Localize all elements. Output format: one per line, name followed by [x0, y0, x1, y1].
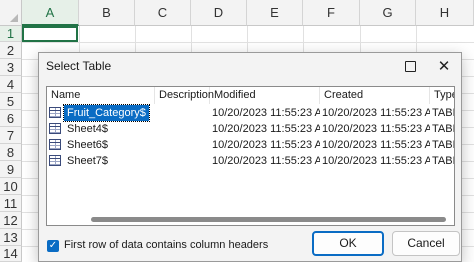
row-header-13[interactable]: 13 — [0, 229, 22, 246]
table-type: TABLE — [432, 123, 454, 135]
table-created: 10/20/2023 11:55:23 AM — [322, 139, 430, 151]
row-header-1[interactable]: 1 — [0, 26, 22, 42]
dialog-title: Select Table — [46, 59, 112, 73]
column-header-name[interactable]: Name — [47, 87, 155, 104]
table-type: TABLE — [432, 139, 454, 151]
row-header-8[interactable]: 8 — [0, 144, 22, 161]
table-type: TABLE — [432, 155, 454, 167]
table-description — [159, 121, 209, 137]
column-header-b[interactable]: B — [79, 0, 135, 26]
table-name: Sheet7$ — [67, 155, 108, 167]
row-header-12[interactable]: 12 — [0, 212, 22, 229]
close-button[interactable]: ✕ — [431, 56, 457, 76]
table-icon — [49, 107, 61, 118]
table-type: TABLE — [432, 107, 454, 119]
maximize-icon — [404, 60, 416, 72]
table-list[interactable]: Name Description Modified Created Type F… — [46, 86, 455, 226]
ok-button[interactable]: OK — [312, 231, 384, 256]
table-description — [159, 105, 209, 121]
column-header-modified[interactable]: Modified — [210, 87, 320, 104]
table-name: Sheet4$ — [67, 123, 108, 135]
row-header-3[interactable]: 3 — [0, 59, 22, 76]
table-description — [159, 137, 209, 153]
table-row[interactable]: Sheet4$ 10/20/2023 11:55:23 AM 10/20/202… — [47, 121, 454, 137]
table-row[interactable]: Fruit_Category$ 10/20/2023 11:55:23 AM 1… — [47, 104, 454, 122]
table-row[interactable]: Sheet7$ 10/20/2023 11:55:23 AM 10/20/202… — [47, 153, 454, 169]
column-header-description[interactable]: Description — [155, 87, 214, 104]
select-all-corner[interactable] — [0, 0, 22, 26]
table-modified: 10/20/2023 11:55:23 AM — [212, 139, 320, 151]
column-header-f[interactable]: F — [303, 0, 360, 26]
gridline — [22, 42, 474, 43]
select-all-triangle-icon — [10, 14, 18, 22]
table-icon — [49, 139, 61, 150]
horizontal-scrollbar[interactable] — [91, 217, 446, 222]
table-created: 10/20/2023 11:55:23 AM — [322, 123, 430, 135]
table-icon — [49, 155, 61, 166]
table-created: 10/20/2023 11:55:23 AM — [322, 107, 430, 119]
first-row-headers-label[interactable]: First row of data contains column header… — [64, 239, 268, 251]
row-header-14[interactable]: 14 — [0, 246, 22, 262]
table-created: 10/20/2023 11:55:23 AM — [322, 155, 430, 167]
close-icon: ✕ — [437, 57, 451, 75]
column-header-h[interactable]: H — [416, 0, 474, 26]
select-table-dialog: Select Table ✕ Name Description Modified… — [38, 52, 462, 262]
checkmark-icon: ✓ — [48, 240, 58, 251]
column-header-d[interactable]: D — [191, 0, 247, 26]
table-name: Fruit_Category$ — [63, 104, 150, 122]
row-header-7[interactable]: 7 — [0, 127, 22, 144]
table-modified: 10/20/2023 11:55:23 AM — [212, 155, 320, 167]
first-row-headers-checkbox[interactable]: ✓ — [47, 240, 59, 252]
column-header-type[interactable]: Type — [430, 87, 454, 104]
row-header-5[interactable]: 5 — [0, 93, 22, 110]
active-cell-a1[interactable] — [22, 26, 78, 42]
row-header-4[interactable]: 4 — [0, 76, 22, 93]
row-header-2[interactable]: 2 — [0, 42, 22, 59]
column-header-e[interactable]: E — [247, 0, 303, 26]
table-list-header: Name Description Modified Created Type — [47, 87, 454, 104]
row-header-11[interactable]: 11 — [0, 195, 22, 212]
column-header-a[interactable]: A — [22, 0, 79, 26]
cancel-button[interactable]: Cancel — [392, 231, 460, 256]
table-modified: 10/20/2023 11:55:23 AM — [212, 107, 320, 119]
table-row[interactable]: Sheet6$ 10/20/2023 11:55:23 AM 10/20/202… — [47, 137, 454, 153]
row-header-6[interactable]: 6 — [0, 110, 22, 127]
column-header-c[interactable]: C — [135, 0, 191, 26]
table-icon — [49, 123, 61, 134]
table-modified: 10/20/2023 11:55:23 AM — [212, 123, 320, 135]
table-name: Sheet6$ — [67, 139, 108, 151]
row-header-10[interactable]: 10 — [0, 178, 22, 195]
maximize-button[interactable] — [397, 56, 423, 76]
column-header-created[interactable]: Created — [320, 87, 430, 104]
dialog-titlebar[interactable]: Select Table ✕ — [39, 53, 461, 79]
column-header-g[interactable]: G — [360, 0, 416, 26]
row-header-9[interactable]: 9 — [0, 161, 22, 178]
table-description — [159, 153, 209, 169]
